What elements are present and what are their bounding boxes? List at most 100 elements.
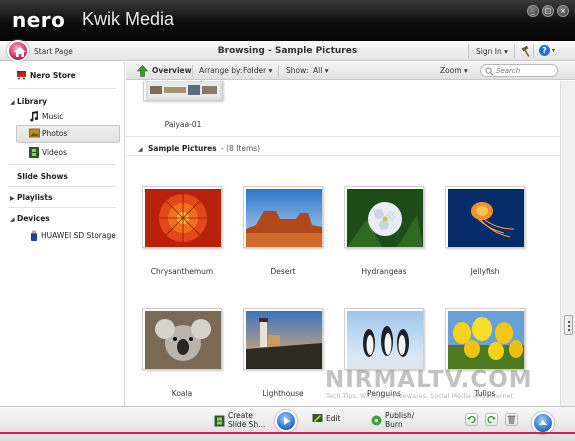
sidebar-group-label: Devices xyxy=(17,214,50,223)
arrange-by-label: Arrange by: xyxy=(199,66,243,75)
nav-separator xyxy=(468,44,469,58)
sidebar-item-videos[interactable]: Videos xyxy=(0,144,124,162)
sidebar-group-label: Library xyxy=(17,97,48,106)
minimize-button[interactable]: _ xyxy=(527,5,539,17)
sidebar-divider xyxy=(8,164,116,165)
publish-label-line1: Publish/ xyxy=(385,411,415,420)
sign-in-button[interactable]: Sign In ▾ xyxy=(476,47,508,56)
thumbnail-penguins[interactable] xyxy=(344,308,424,370)
thumbnail-desert[interactable] xyxy=(243,186,323,248)
tools-hammer-icon[interactable] xyxy=(520,45,532,57)
maximize-button[interactable]: □ xyxy=(542,5,554,17)
rotate-right-icon xyxy=(487,415,496,424)
video-film-icon xyxy=(29,147,39,158)
chrysanthemum-image xyxy=(145,189,221,247)
edit-button[interactable]: Edit xyxy=(312,414,341,423)
scrollbar-thumb[interactable] xyxy=(564,315,573,335)
chevron-down-icon: ▾ xyxy=(464,66,468,75)
sidebar-label: Slide Shows xyxy=(17,172,68,181)
edit-label: Edit xyxy=(326,414,341,423)
start-page-link[interactable]: Start Page xyxy=(34,47,73,56)
search-icon xyxy=(485,67,494,76)
thumbnail-jellyfish[interactable] xyxy=(445,186,525,248)
sidebar-item-nero-store[interactable]: Nero Store xyxy=(0,67,124,85)
expand-up-button[interactable] xyxy=(532,412,554,434)
toolbar-separator xyxy=(192,65,193,77)
sidebar-label: Videos xyxy=(42,148,67,157)
zoom-dropdown[interactable]: Zoom ▾ xyxy=(440,66,468,75)
delete-icon xyxy=(507,415,516,424)
arrange-by-dropdown[interactable]: Folder ▾ xyxy=(243,66,272,75)
sidebar-item-photos[interactable]: Photos xyxy=(16,125,120,143)
content-area: Paiyaa-01 ◢ Sample Pictures - (8 Items) … xyxy=(126,81,560,406)
home-button[interactable] xyxy=(7,40,29,62)
help-icon[interactable]: ? xyxy=(539,45,550,56)
play-button[interactable] xyxy=(275,410,297,432)
thumbnail-label: Jellyfish xyxy=(470,267,500,276)
section-header-sample-pictures[interactable]: ◢ Sample Pictures - (8 Items) xyxy=(138,144,260,153)
lighthouse-image xyxy=(246,311,322,369)
sidebar-divider xyxy=(8,186,116,187)
overview-up-arrow-icon[interactable] xyxy=(137,65,148,77)
search-input[interactable] xyxy=(496,66,554,76)
arrow-up-icon xyxy=(539,420,547,425)
tulips-image xyxy=(448,311,524,369)
create-slideshow-button[interactable]: Create Slide Sh... xyxy=(214,411,265,429)
app-product-name: Kwik Media xyxy=(82,9,175,29)
sidebar-divider xyxy=(8,88,116,89)
photo-icon xyxy=(29,128,40,138)
thumbnail-label: Chrysanthemum xyxy=(150,267,214,276)
hydrangeas-image xyxy=(347,189,423,247)
sidebar-group-devices[interactable]: ◢ Devices xyxy=(0,210,124,228)
rotate-left-icon xyxy=(467,415,476,424)
help-chevron-down-icon[interactable]: ▾ xyxy=(552,47,555,54)
thumbnail-label: Tulips xyxy=(474,389,496,398)
paiyaa-image xyxy=(146,81,222,100)
section-divider xyxy=(126,136,560,137)
thumbnail-label: Desert xyxy=(270,267,296,276)
edit-pencil-icon xyxy=(312,414,323,422)
section-divider xyxy=(126,155,560,156)
publish-burn-button[interactable]: Publish/ Burn xyxy=(371,411,414,429)
window-controls: _ □ × xyxy=(527,5,569,17)
usb-device-icon xyxy=(31,230,37,241)
thumbnail-tulips[interactable] xyxy=(445,308,525,370)
app-brand: nero xyxy=(12,8,66,32)
chevron-down-icon: ▾ xyxy=(504,47,508,56)
desert-image xyxy=(246,189,322,247)
chevron-down-icon: ▾ xyxy=(268,66,273,75)
music-note-icon xyxy=(30,111,39,122)
thumbnail-lighthouse[interactable] xyxy=(243,308,323,370)
create-label-line1: Create xyxy=(228,411,253,420)
content-toolbar: Overview Arrange by: Folder ▾ Show: All … xyxy=(126,62,575,80)
overview-button[interactable]: Overview xyxy=(152,66,192,75)
sidebar-item-music[interactable]: Music xyxy=(0,108,124,126)
rotate-left-button[interactable] xyxy=(465,413,478,426)
show-dropdown[interactable]: All ▾ xyxy=(313,66,328,75)
thumbnail-paiyaa-01[interactable] xyxy=(143,81,223,101)
sidebar-label: Nero Store xyxy=(30,71,76,80)
thumbnail-hydrangeas[interactable] xyxy=(344,186,424,248)
bottom-action-bar: Create Slide Sh... Edit Publish/ Burn xyxy=(0,406,575,441)
arrange-by-value: Folder xyxy=(243,66,267,75)
thumbnail-chrysanthemum[interactable] xyxy=(142,186,222,248)
close-button[interactable]: × xyxy=(557,5,569,17)
chevron-down-icon: ▾ xyxy=(324,66,329,75)
search-box[interactable] xyxy=(480,64,558,77)
vertical-scrollbar[interactable] xyxy=(560,81,575,406)
home-icon xyxy=(14,47,26,57)
thumbnail-koala[interactable] xyxy=(142,308,222,370)
sidebar-item-huawei-storage[interactable]: HUAWEI SD Storage xyxy=(0,227,124,245)
expanded-triangle-icon: ◢ xyxy=(10,216,15,223)
disc-burn-icon xyxy=(371,415,382,426)
delete-button[interactable] xyxy=(505,413,518,426)
sidebar-group-playlists[interactable]: ▶ Playlists xyxy=(0,189,124,207)
sidebar-label: Photos xyxy=(42,129,68,138)
thumbnail-label: Koala xyxy=(171,389,193,398)
sidebar-item-slide-shows[interactable]: Slide Shows xyxy=(0,168,124,186)
rotate-right-button[interactable] xyxy=(485,413,498,426)
sidebar-label: Music xyxy=(42,112,64,121)
slideshow-icon xyxy=(214,415,225,427)
title-bar: nero Kwik Media _ □ × xyxy=(0,0,575,41)
expanded-triangle-icon: ◢ xyxy=(10,99,15,106)
